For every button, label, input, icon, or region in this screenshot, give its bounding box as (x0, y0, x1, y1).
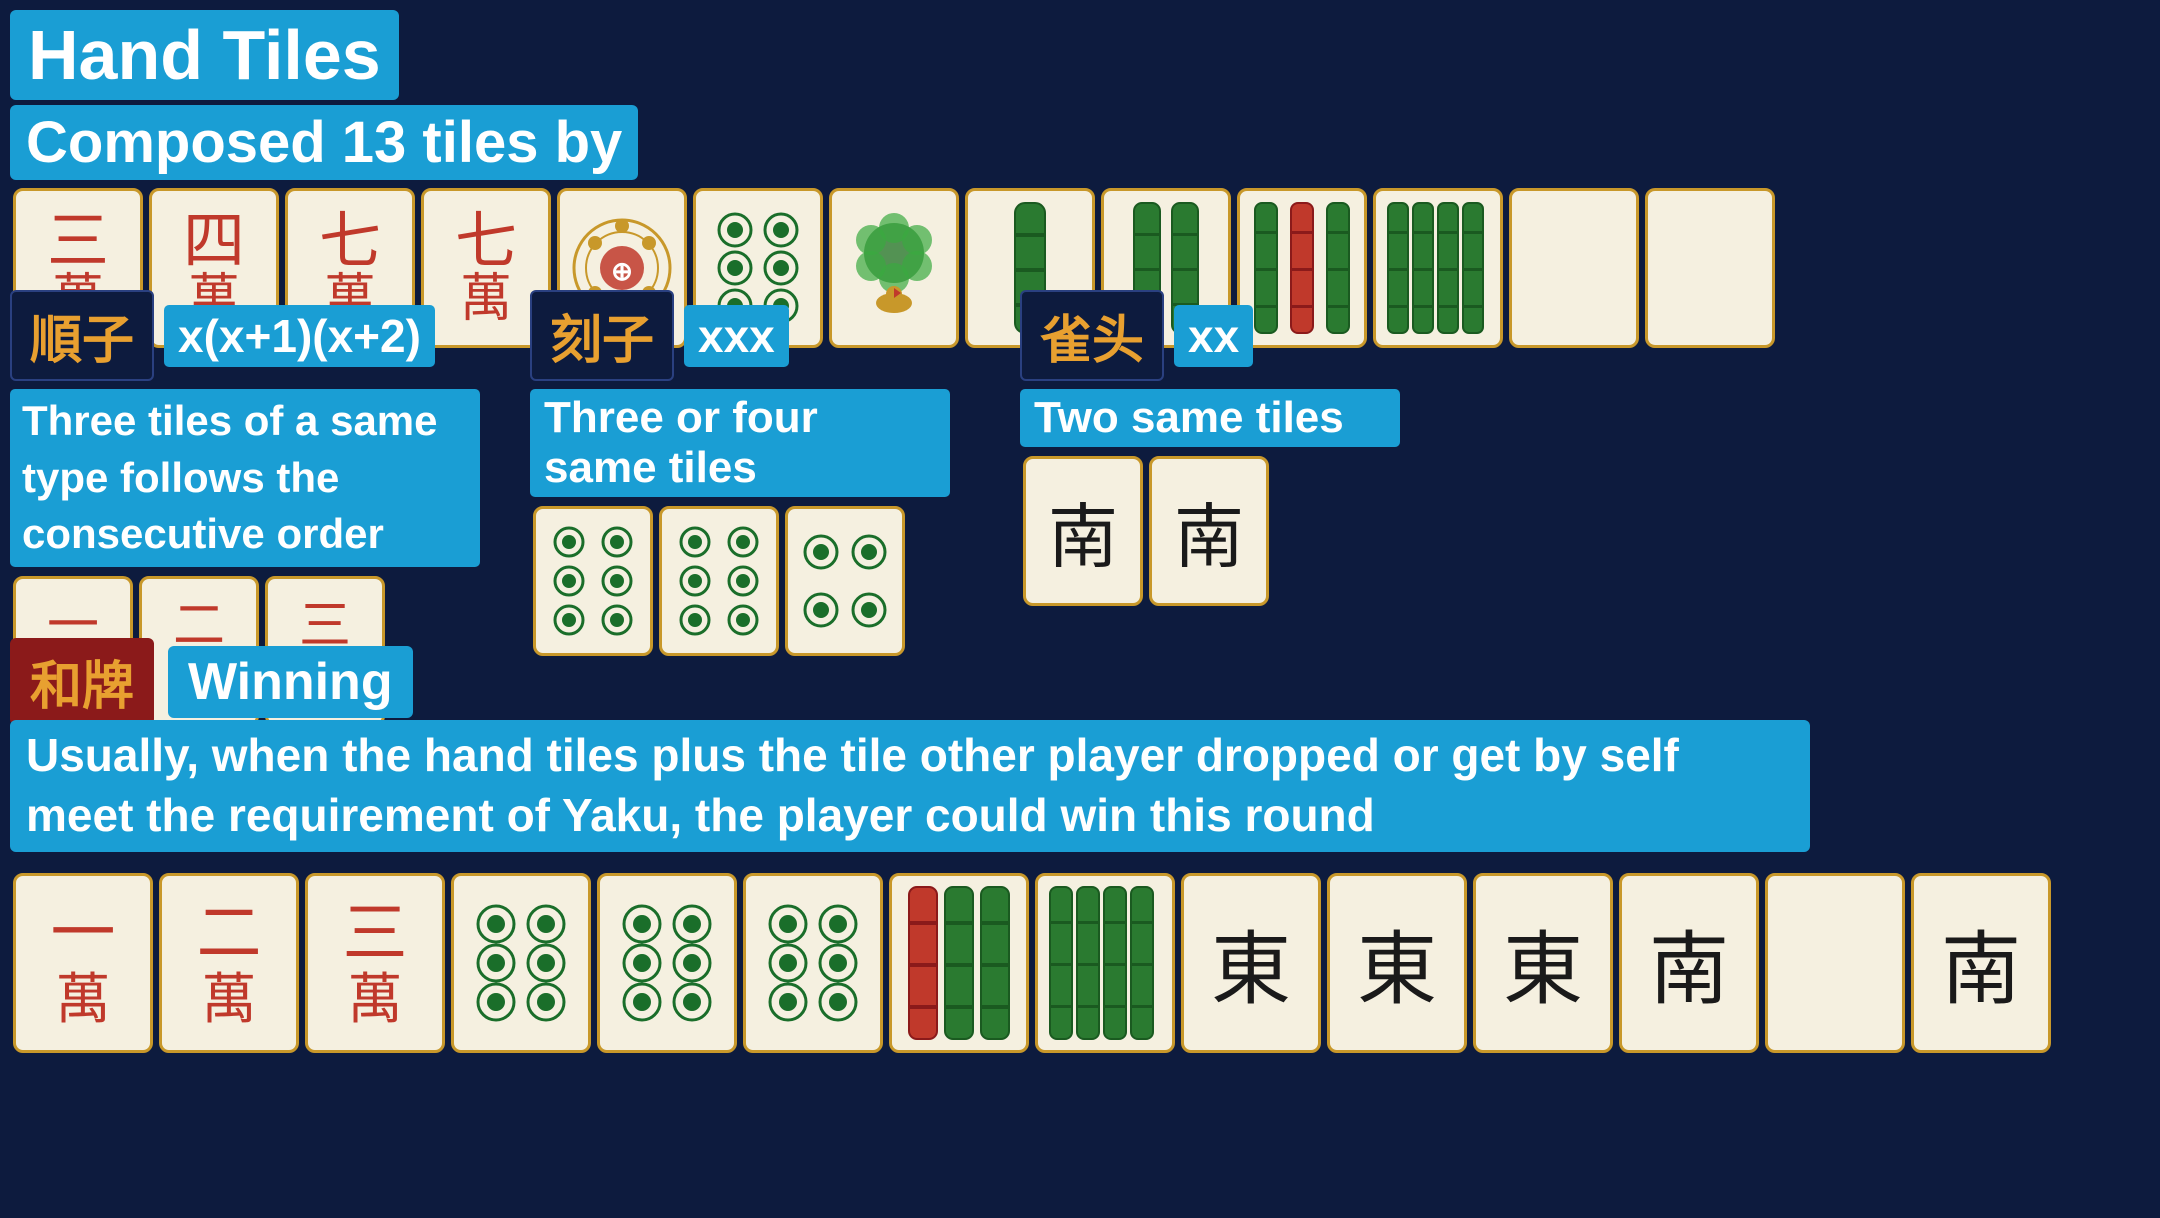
winning-tiles-row: 一 萬 二 萬 三 萬 (10, 870, 2054, 1056)
shuntsu-label: 順子 (10, 290, 154, 381)
composed-label: Composed 13 tiles by (10, 105, 638, 180)
win-tile-9: 東 (1181, 873, 1321, 1053)
winning-desc: Usually, when the hand tiles plus the ti… (10, 720, 1810, 852)
shuntsu-header: 順子 x(x+1)(x+2) (10, 290, 480, 381)
win-tile-5 (597, 873, 737, 1053)
koutsu-header: 刻子 xxx (530, 290, 950, 381)
winning-badge: Winning (168, 646, 413, 718)
jantou-section: 雀头 xx Two same tiles 南 南 (1020, 290, 1400, 609)
jantou-desc: Two same tiles (1020, 389, 1400, 447)
win-tile-13: 南 (1911, 873, 2051, 1053)
svg-text:⊕: ⊕ (611, 256, 633, 286)
koutsu-badge: xxx (684, 305, 789, 367)
win-tile-8 (1035, 873, 1175, 1053)
win-tile-6 (743, 873, 883, 1053)
jantou-tile-1: 南 (1023, 456, 1143, 606)
winning-label-row: 和牌 Winning (10, 638, 413, 725)
shuntsu-desc: Three tiles of a same type follows the c… (10, 389, 480, 567)
tile-13 (1645, 188, 1775, 348)
page-title: Hand Tiles (10, 10, 399, 100)
koutsu-label: 刻子 (530, 290, 674, 381)
koutsu-section: 刻子 xxx Three or four same tiles (530, 290, 950, 659)
win-tile-4 (451, 873, 591, 1053)
tile-12 (1509, 188, 1639, 348)
jantou-header: 雀头 xx (1020, 290, 1400, 381)
jantou-tiles: 南 南 (1020, 453, 1400, 609)
win-tile-2: 二 萬 (159, 873, 299, 1053)
win-tile-11: 東 (1473, 873, 1613, 1053)
win-tile-blank (1765, 873, 1905, 1053)
jantou-label: 雀头 (1020, 290, 1164, 381)
koutsu-tiles (530, 503, 950, 659)
jantou-tile-2: 南 (1149, 456, 1269, 606)
koutsu-tile-2 (659, 506, 779, 656)
koutsu-desc: Three or four same tiles (530, 389, 950, 497)
koutsu-tile-3 (785, 506, 905, 656)
winning-label: 和牌 (10, 638, 154, 725)
jantou-badge: xx (1174, 305, 1253, 367)
win-tile-7 (889, 873, 1029, 1053)
shuntsu-badge: x(x+1)(x+2) (164, 305, 435, 367)
win-tile-1: 一 萬 (13, 873, 153, 1053)
win-tile-12: 南 (1619, 873, 1759, 1053)
koutsu-tile-1 (533, 506, 653, 656)
win-tile-10: 東 (1327, 873, 1467, 1053)
win-tile-3: 三 萬 (305, 873, 445, 1053)
